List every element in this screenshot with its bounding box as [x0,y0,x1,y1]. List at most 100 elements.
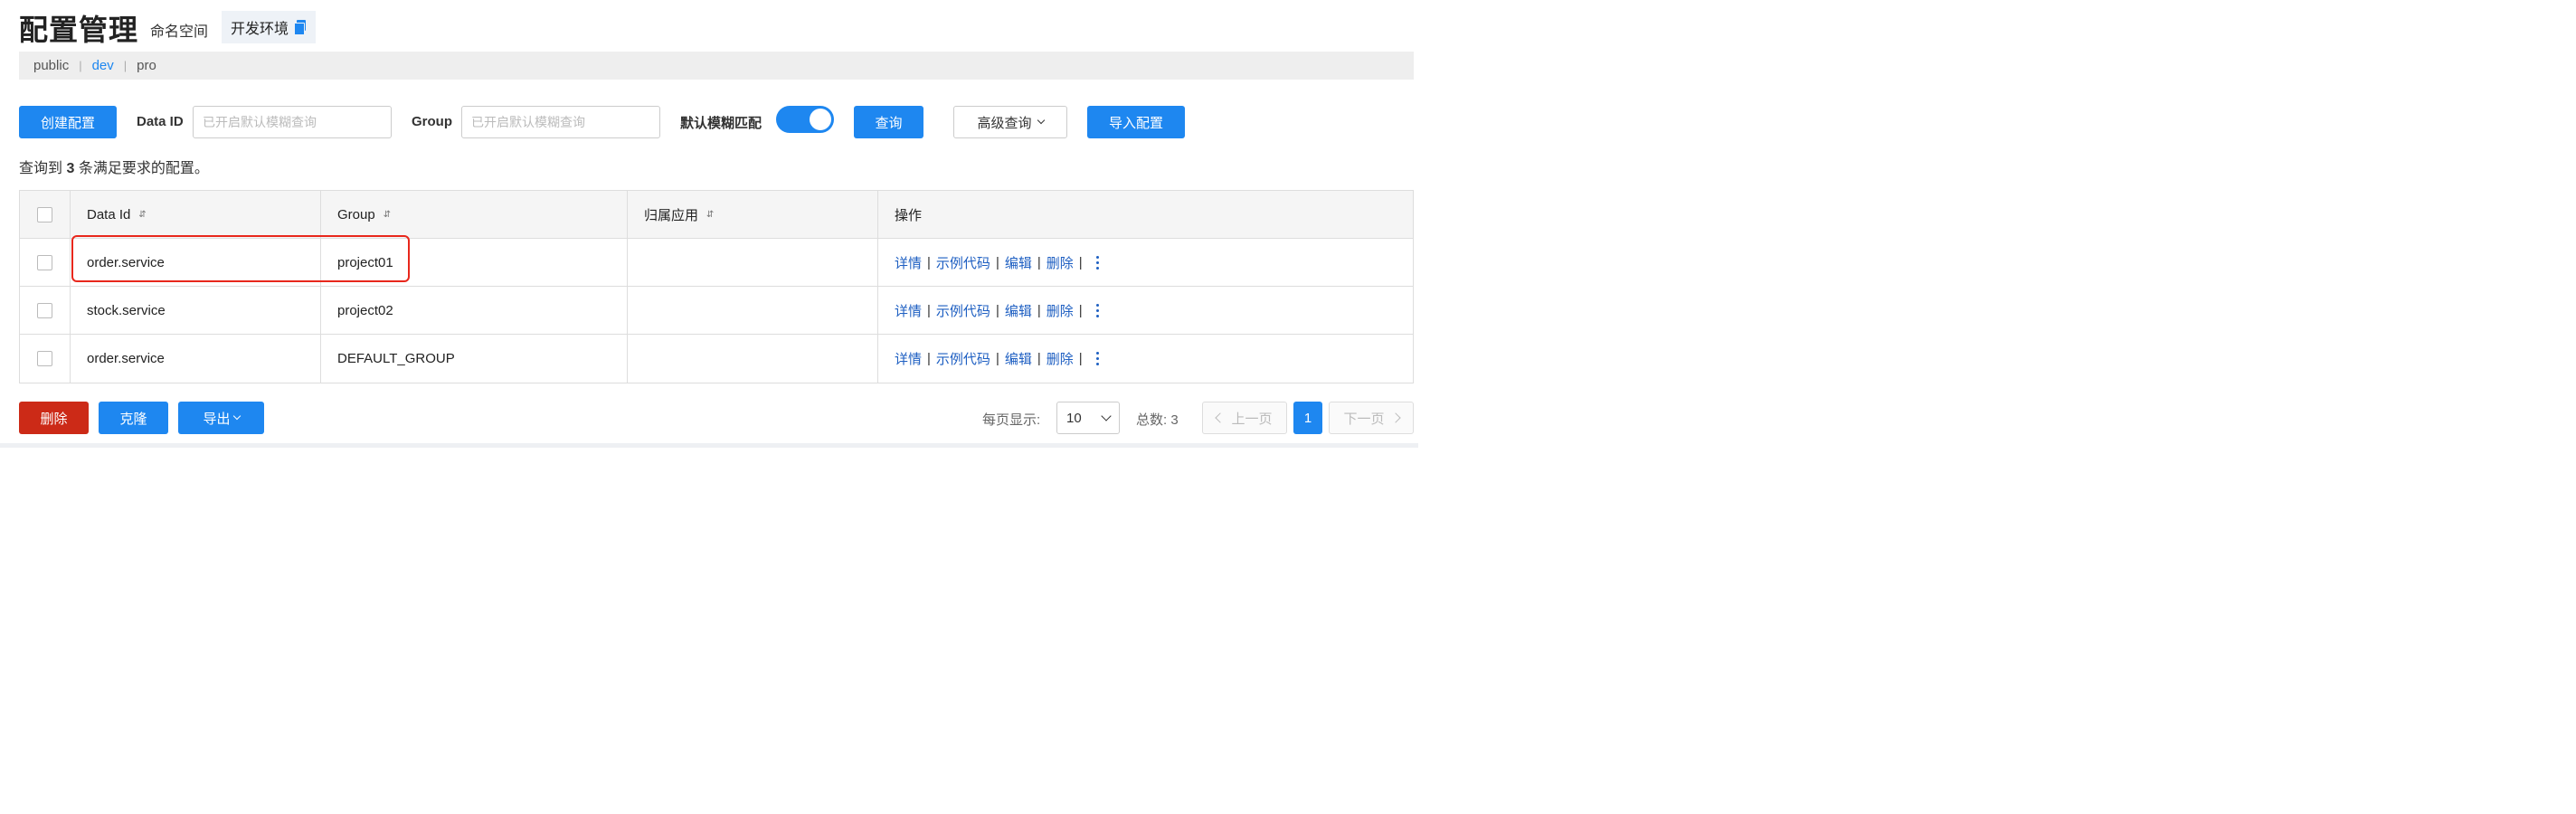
sort-icon[interactable]: ⇵ [384,210,391,220]
header-checkbox-cell [20,191,71,238]
header-group[interactable]: Group ⇵ [321,191,628,238]
environment-label: 开发环境 [231,22,289,37]
actions-cell: 详情 | 示例代码 | 编辑 | 删除 | [878,287,1413,334]
row-actions: 详情 | 示例代码 | 编辑 | 删除 | [895,349,1099,368]
row-actions: 详情 | 示例代码 | 编辑 | 删除 | [895,301,1099,320]
table-row: stock.service project02 详情 | 示例代码 | 编辑 |… [20,287,1413,335]
group-label: Group [412,114,452,129]
create-config-button[interactable]: 创建配置 [19,106,117,138]
detail-link[interactable]: 详情 [895,349,922,368]
fuzzy-match-label: 默认模糊匹配 [680,116,762,131]
action-separator: | [1037,302,1041,318]
next-page-button[interactable]: 下一页 [1329,402,1414,434]
page-title: 配置管理 [19,14,139,46]
result-prefix: 查询到 [19,161,63,176]
header-data-id-label: Data Id [87,206,131,222]
page-size-select[interactable]: 10 [1056,402,1120,434]
sample-code-link[interactable]: 示例代码 [936,301,990,320]
detail-link[interactable]: 详情 [895,301,922,320]
table-header-row: Data Id ⇵ Group ⇵ 归属应用 ⇵ 操作 [20,191,1413,239]
header-app[interactable]: 归属应用 ⇵ [628,191,878,238]
advanced-query-button[interactable]: 高级查询 [953,106,1067,138]
group-input[interactable] [461,106,660,138]
total-label: 总数: 3 [1136,410,1179,429]
group-cell: project01 [321,239,628,286]
namespace-pro[interactable]: pro [137,58,156,73]
prev-page-button[interactable]: 上一页 [1202,402,1287,434]
action-separator: | [1037,351,1041,366]
data-id-cell: stock.service [71,287,321,334]
group-cell: DEFAULT_GROUP [321,335,628,383]
row-checkbox[interactable] [37,254,52,270]
action-separator: | [1037,254,1041,270]
page-number-button[interactable]: 1 [1293,402,1322,434]
chevron-left-icon [1215,412,1226,423]
next-page-label: 下一页 [1343,411,1385,427]
sample-code-link[interactable]: 示例代码 [936,349,990,368]
action-separator: | [995,254,999,270]
row-checkbox[interactable] [37,302,52,318]
export-label: 导出 [203,411,231,427]
action-separator: | [995,302,999,318]
namespace-bar: public | dev | pro [19,52,1414,80]
bottom-divider [0,443,1418,448]
export-button[interactable]: 导出 [178,402,264,434]
more-vertical-icon[interactable] [1095,255,1099,270]
action-separator: | [927,302,931,318]
action-separator: | [1078,254,1083,270]
edit-link[interactable]: 编辑 [1005,253,1032,272]
data-id-input[interactable] [193,106,392,138]
row-actions: 详情 | 示例代码 | 编辑 | 删除 | [895,253,1099,272]
sample-code-link[interactable]: 示例代码 [936,253,990,272]
action-separator: | [995,351,999,366]
header-group-label: Group [337,206,375,222]
more-vertical-icon[interactable] [1095,352,1099,365]
fuzzy-match-toggle[interactable] [776,106,834,133]
header-actions-label: 操作 [895,207,923,223]
config-table: Data Id ⇵ Group ⇵ 归属应用 ⇵ 操作 order.servic… [19,190,1414,383]
data-id-cell: order.service [71,335,321,383]
namespace-public[interactable]: public [33,58,69,73]
prev-page-label: 上一页 [1231,411,1273,427]
advanced-query-label: 高级查询 [977,115,1032,131]
query-button[interactable]: 查询 [854,106,923,138]
edit-link[interactable]: 编辑 [1005,301,1032,320]
delete-link[interactable]: 删除 [1046,301,1074,320]
actions-cell: 详情 | 示例代码 | 编辑 | 删除 | [878,335,1413,383]
namespace-dev[interactable]: dev [92,58,114,73]
result-suffix: 条满足要求的配置。 [78,161,209,176]
delete-link[interactable]: 删除 [1046,349,1074,368]
batch-delete-button[interactable]: 删除 [19,402,89,434]
row-checkbox-cell [20,239,71,286]
detail-link[interactable]: 详情 [895,253,922,272]
header-data-id[interactable]: Data Id ⇵ [71,191,321,238]
data-id-label: Data ID [137,114,184,129]
delete-link[interactable]: 删除 [1046,253,1074,272]
actions-cell: 详情 | 示例代码 | 编辑 | 删除 | [878,239,1413,286]
chevron-right-icon [1389,412,1401,423]
result-count: 3 [66,161,75,176]
copy-icon[interactable] [294,20,307,35]
edit-link[interactable]: 编辑 [1005,349,1032,368]
data-id-cell: order.service [71,239,321,286]
app-cell [628,287,878,334]
chevron-down-icon [1037,116,1045,125]
app-cell [628,335,878,383]
sort-icon[interactable]: ⇵ [706,210,714,220]
sort-icon[interactable]: ⇵ [138,210,146,220]
namespace-separator: | [123,59,128,72]
total-label-text: 总数: [1136,412,1168,428]
row-checkbox-cell [20,335,71,383]
namespace-label: 命名空间 [150,24,209,40]
action-separator: | [927,254,931,270]
environment-chip[interactable]: 开发环境 [222,11,317,43]
app-cell [628,239,878,286]
select-all-checkbox[interactable] [37,206,52,222]
header-app-label: 归属应用 [644,207,699,223]
more-vertical-icon[interactable] [1095,303,1099,317]
row-checkbox[interactable] [37,351,52,366]
row-checkbox-cell [20,287,71,334]
action-separator: | [927,351,931,366]
import-config-button[interactable]: 导入配置 [1087,106,1185,138]
clone-button[interactable]: 克隆 [99,402,168,434]
